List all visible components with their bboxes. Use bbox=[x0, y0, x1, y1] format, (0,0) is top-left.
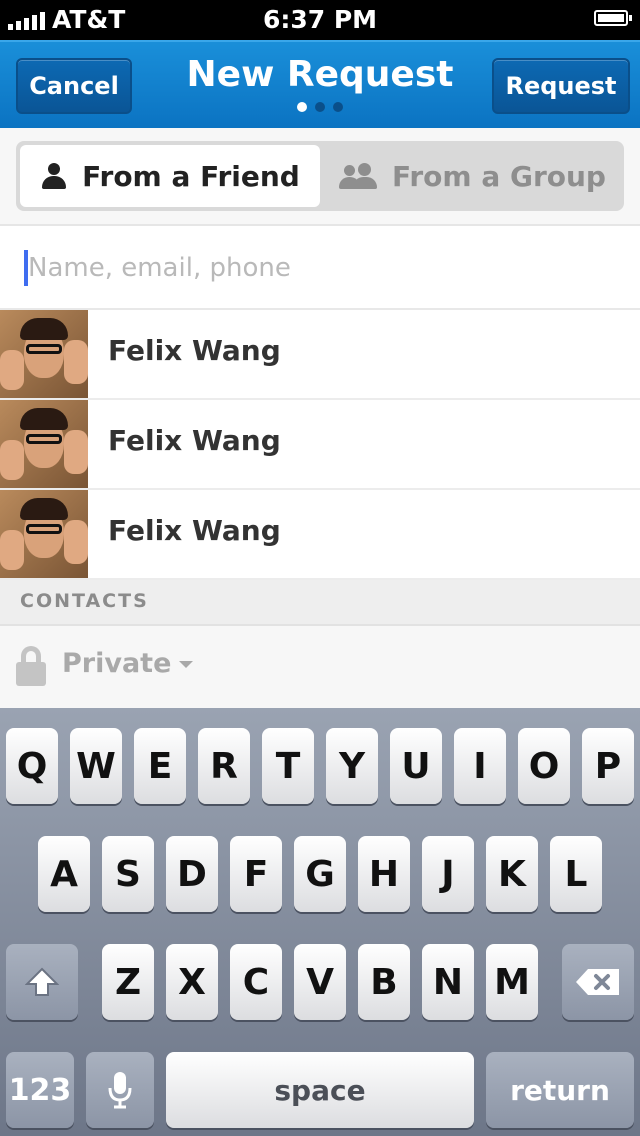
return-key[interactable]: return bbox=[486, 1052, 634, 1128]
privacy-dropdown[interactable]: Private bbox=[62, 648, 194, 679]
recipient-type-segmented-control: From a Friend From a Group bbox=[16, 141, 624, 211]
delete-key[interactable] bbox=[562, 944, 634, 1020]
key-b[interactable]: B bbox=[358, 944, 410, 1020]
key-t[interactable]: T bbox=[262, 728, 314, 804]
tab-from-a-friend[interactable]: From a Friend bbox=[20, 145, 320, 207]
avatar bbox=[0, 490, 88, 578]
contact-row[interactable]: Felix Wang bbox=[0, 400, 640, 490]
privacy-value: Private bbox=[62, 648, 172, 679]
key-s[interactable]: S bbox=[102, 836, 154, 912]
tab-from-a-group-label: From a Group bbox=[392, 159, 606, 193]
key-j[interactable]: J bbox=[422, 836, 474, 912]
battery-icon bbox=[594, 10, 632, 26]
key-a[interactable]: A bbox=[38, 836, 90, 912]
tab-from-a-group[interactable]: From a Group bbox=[324, 145, 620, 207]
avatar bbox=[0, 400, 88, 488]
status-bar: AT&T 6:37 PM bbox=[0, 0, 640, 40]
microphone-icon bbox=[108, 1072, 132, 1109]
contact-name: Felix Wang bbox=[108, 334, 281, 367]
contact-name: Felix Wang bbox=[108, 514, 281, 547]
new-request-screen: AT&T 6:37 PM Cancel New Request Request … bbox=[0, 0, 640, 1136]
key-y[interactable]: Y bbox=[326, 728, 378, 804]
shift-key[interactable] bbox=[6, 944, 78, 1020]
key-e[interactable]: E bbox=[134, 728, 186, 804]
key-x[interactable]: X bbox=[166, 944, 218, 1020]
key-p[interactable]: P bbox=[582, 728, 634, 804]
dictation-key[interactable] bbox=[86, 1052, 154, 1128]
page-dot bbox=[315, 102, 325, 112]
page-dot bbox=[333, 102, 343, 112]
key-u[interactable]: U bbox=[390, 728, 442, 804]
group-icon bbox=[338, 163, 378, 189]
tab-from-a-friend-label: From a Friend bbox=[82, 159, 300, 193]
shift-icon bbox=[25, 967, 59, 996]
key-g[interactable]: G bbox=[294, 836, 346, 912]
key-r[interactable]: R bbox=[198, 728, 250, 804]
clock: 6:37 PM bbox=[262, 5, 378, 34]
page-dot-active bbox=[297, 102, 307, 112]
numbers-key[interactable]: 123 bbox=[6, 1052, 74, 1128]
chevron-down-icon bbox=[179, 661, 194, 668]
key-f[interactable]: F bbox=[230, 836, 282, 912]
section-header: CONTACTS bbox=[0, 580, 640, 626]
contact-name: Felix Wang bbox=[108, 424, 281, 457]
key-k[interactable]: K bbox=[486, 836, 538, 912]
key-m[interactable]: M bbox=[486, 944, 538, 1020]
key-w[interactable]: W bbox=[70, 728, 122, 804]
key-o[interactable]: O bbox=[518, 728, 570, 804]
key-z[interactable]: Z bbox=[102, 944, 154, 1020]
key-v[interactable]: V bbox=[294, 944, 346, 1020]
key-q[interactable]: Q bbox=[6, 728, 58, 804]
key-h[interactable]: H bbox=[358, 836, 410, 912]
person-icon bbox=[40, 163, 68, 189]
backspace-icon bbox=[576, 969, 619, 995]
space-key[interactable]: space bbox=[166, 1052, 474, 1128]
lock-icon bbox=[16, 646, 46, 686]
key-n[interactable]: N bbox=[422, 944, 474, 1020]
keyboard: Q W E R T Y U I O P A S D F G H J K L Z … bbox=[0, 708, 640, 1136]
recipient-search-input[interactable] bbox=[28, 240, 608, 296]
privacy-selector[interactable]: Private bbox=[0, 626, 640, 708]
key-c[interactable]: C bbox=[230, 944, 282, 1020]
contact-row[interactable]: Felix Wang bbox=[0, 490, 640, 580]
recipient-type-bar: From a Friend From a Group bbox=[0, 128, 640, 226]
request-button[interactable]: Request bbox=[492, 58, 630, 114]
contact-list: Felix Wang Felix Wang Felix Wang bbox=[0, 310, 640, 580]
contact-row[interactable]: Felix Wang bbox=[0, 310, 640, 400]
key-i[interactable]: I bbox=[454, 728, 506, 804]
key-d[interactable]: D bbox=[166, 836, 218, 912]
section-header-label: CONTACTS bbox=[20, 590, 149, 612]
key-l[interactable]: L bbox=[550, 836, 602, 912]
recipient-search-row bbox=[0, 226, 640, 310]
navigation-bar: Cancel New Request Request bbox=[0, 40, 640, 128]
avatar bbox=[0, 310, 88, 398]
